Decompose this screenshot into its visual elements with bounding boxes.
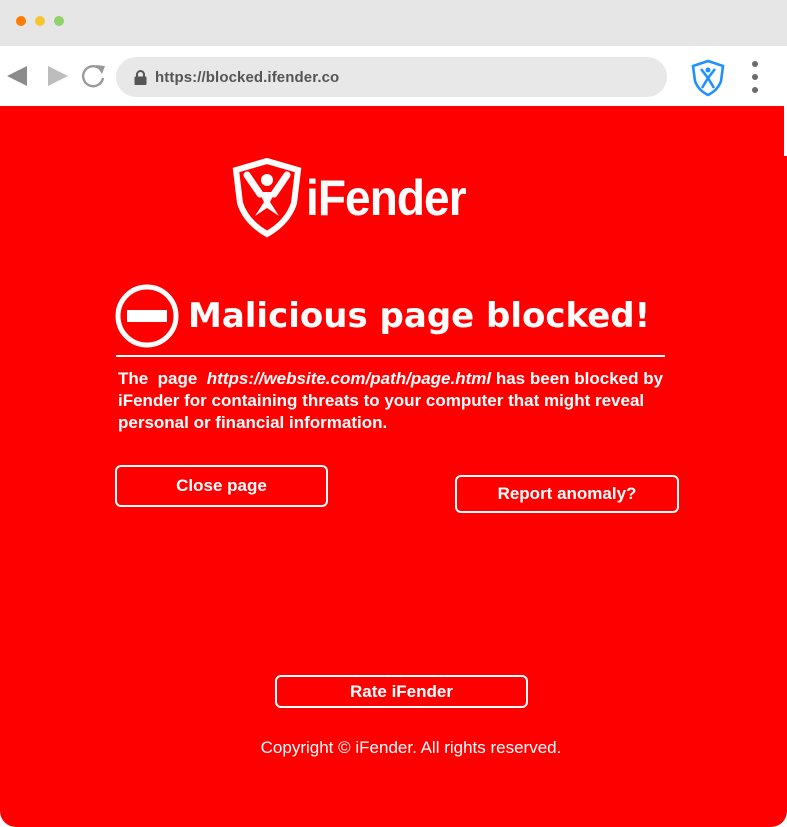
close-window-dot[interactable] xyxy=(16,16,26,26)
page-title: Malicious page blocked! xyxy=(188,296,651,336)
rate-ifender-button[interactable]: Rate iFender xyxy=(275,675,528,708)
back-arrow-icon[interactable] xyxy=(4,63,30,89)
report-anomaly-button[interactable]: Report anomaly? xyxy=(455,475,679,513)
message-prefix: The page xyxy=(118,369,207,388)
browser-toolbar: https://blocked.ifender.co xyxy=(0,46,787,106)
address-bar[interactable]: https://blocked.ifender.co xyxy=(116,57,667,97)
copyright-text: Copyright © iFender. All rights reserved… xyxy=(260,738,562,757)
browser-window: https://blocked.ifender.co iFender Malic… xyxy=(0,0,787,827)
kebab-menu-icon[interactable] xyxy=(748,59,762,95)
url-text: https://blocked.ifender.co xyxy=(155,68,340,86)
divider xyxy=(116,355,665,357)
maximize-window-dot[interactable] xyxy=(54,16,64,26)
brand-logo: iFender xyxy=(232,158,480,238)
forward-arrow-icon[interactable] xyxy=(45,63,71,89)
lock-icon xyxy=(134,69,148,85)
no-entry-icon xyxy=(115,284,179,348)
blocked-page: iFender Malicious page blocked! The page… xyxy=(0,106,787,827)
reload-icon[interactable] xyxy=(78,63,108,89)
ifender-extension-icon[interactable] xyxy=(690,59,726,97)
minimize-window-dot[interactable] xyxy=(35,16,45,26)
title-bar xyxy=(0,0,787,46)
brand-name: iFender xyxy=(306,170,467,226)
blocked-url: https://website.com/path/page.html xyxy=(206,369,492,388)
close-page-button[interactable]: Close page xyxy=(115,465,328,507)
ifender-shield-icon xyxy=(232,158,302,238)
block-message: The page https://website.com/path/page.h… xyxy=(118,368,678,434)
